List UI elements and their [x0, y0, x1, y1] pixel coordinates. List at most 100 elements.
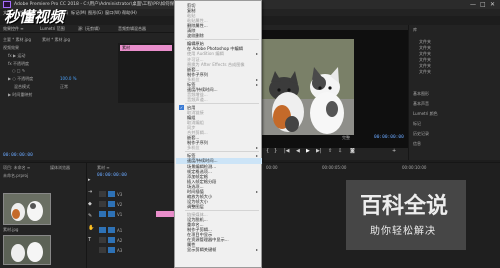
clip-bar-label: 素材 [122, 45, 130, 50]
panel-item-history[interactable]: 历史记录 [413, 131, 429, 137]
submenu-arrow-icon: ▸ [255, 247, 258, 253]
context-menu-item[interactable]: 显示剪辑关键帧 [187, 247, 216, 253]
watermark-title: 百科全说 [360, 194, 449, 219]
timeline-clip[interactable] [156, 211, 174, 217]
menu-separator [185, 209, 259, 211]
submenu-arrow-icon: ▸ [255, 51, 258, 57]
track-label-v1: V1 [117, 212, 123, 217]
play-icon[interactable]: ▶ [306, 148, 310, 154]
export-frame-icon[interactable]: ◙ [350, 148, 355, 154]
program-timecode[interactable]: 00:00:00:00 [374, 135, 404, 140]
maximize-button[interactable]: □ [480, 1, 486, 8]
program-monitor-screen [262, 30, 408, 148]
track-label-a1: A1 [117, 228, 123, 233]
pen-tool-icon[interactable]: ✎ [88, 213, 92, 219]
track-target-a1[interactable] [99, 227, 106, 233]
fit-dropdown[interactable]: 完整 [342, 135, 350, 141]
minimize-button[interactable]: — [470, 1, 476, 8]
track-label-v2: V2 [117, 202, 123, 207]
right-panel: 库 文件夹 文件夹 文件夹 文件夹 文件夹 文件夹 基本图形 基本声音 Lume… [408, 25, 500, 160]
track-target[interactable] [99, 247, 106, 253]
menu-graphics[interactable]: 图形(G) [88, 10, 103, 16]
track-select-icon[interactable]: ⇥ [88, 189, 92, 195]
track-source-a2[interactable] [108, 237, 115, 243]
extract-icon[interactable]: ⇩ [338, 148, 342, 154]
mark-in-icon[interactable]: { [266, 148, 269, 154]
effect-row-motion[interactable]: fx ▶ 运动 [8, 53, 25, 59]
menu-window[interactable]: 窗口(W) [105, 10, 121, 16]
effect-controls-panel: 效果控件 ≡ Lumetri 范围 源: (无剪辑) 音频剪辑混合器 主要 * … [0, 25, 174, 160]
tools-panel: ▸ ⇥ ◆ ✎ ✋ T [86, 162, 94, 268]
opacity-param: ▶ ○ 不透明度 [8, 76, 34, 81]
blend-mode-label: 混合模式 [14, 84, 30, 89]
media-browser-tab[interactable]: 媒体浏览器 [50, 165, 70, 171]
panel-item-essential-sound[interactable]: 基本声音 [413, 101, 429, 107]
mask-tools[interactable]: ○ □ ✎ [12, 68, 25, 73]
ruler-label: 00:00 [266, 165, 278, 170]
submenu-arrow-icon: ▸ [255, 81, 258, 87]
project-sequence-thumbnail[interactable] [3, 235, 51, 265]
selection-tool-icon[interactable]: ▸ [88, 177, 91, 183]
thumbnail-image [11, 201, 43, 221]
track-label-a2: A2 [117, 238, 123, 243]
track-target[interactable] [99, 201, 106, 207]
cats-photo [262, 39, 354, 135]
ruler-label: 00:00:10:00 [402, 165, 427, 170]
tab-effect-controls[interactable]: 效果控件 ≡ [3, 26, 24, 32]
miaodong-logo: 秒懂视频 [4, 8, 65, 26]
effect-timecode[interactable]: 00:00:00:00 [3, 153, 33, 158]
submenu-arrow-icon: ▸ [255, 188, 258, 194]
folder-item[interactable]: 文件夹 [419, 69, 431, 75]
project-thumb-label: 素材.jpg [3, 227, 19, 232]
track-label-v3: V3 [117, 192, 123, 197]
timeline-tab[interactable]: 素材 ≡ [97, 165, 110, 171]
track-target[interactable] [99, 237, 106, 243]
watermark-box: 百科全说 助你轻松解决 [346, 180, 466, 250]
panel-item-markers[interactable]: 标记 [413, 121, 421, 127]
effect-row-time-remap[interactable]: ▶ 时间重映射 [8, 92, 32, 98]
effect-row-opacity[interactable]: fx 不透明度 [8, 61, 29, 67]
ruler-label: 00:00:05:00 [322, 165, 347, 170]
clip-bar[interactable]: 素材 [120, 45, 172, 51]
track-source-v1[interactable] [108, 211, 115, 217]
source-label: 主要 * 素材.jpg [3, 37, 32, 42]
button-editor-icon[interactable]: + [392, 148, 396, 154]
track-target[interactable] [99, 191, 106, 197]
razor-tool-icon[interactable]: ◆ [88, 201, 92, 207]
tab-audio-mixer[interactable]: 音频剪辑混合器 [118, 26, 146, 32]
timeline-timecode[interactable]: 00:00:00:00 [97, 173, 127, 178]
sequence-label[interactable]: 素材 * 素材.jpg [42, 37, 70, 43]
track-source-a3[interactable] [108, 247, 115, 253]
panel-item-info[interactable]: 信息 [413, 141, 421, 147]
mark-out-icon[interactable]: } [274, 148, 277, 154]
project-panel-title: 项目: 未命名 ≡ [3, 165, 31, 170]
close-button[interactable]: ✕ [490, 1, 495, 8]
menu-marker[interactable]: 标记(M) [71, 10, 86, 16]
track-target-v1[interactable] [99, 211, 106, 217]
panel-item-lumetri-color[interactable]: Lumetri 颜色 [413, 111, 438, 117]
tab-source[interactable]: 源: (无剪辑) [78, 26, 100, 32]
lift-icon[interactable]: ⇧ [328, 148, 332, 154]
watermark-subtitle: 助你轻松解决 [370, 226, 436, 237]
track-source-v3[interactable] [108, 191, 115, 197]
context-menu: 剪切 复制 粘贴 粘贴属性... 删除属性... 清除 波纹删除 编辑原始在 Adobe Ph… [174, 0, 262, 268]
blend-mode-value[interactable]: 正常 [60, 84, 68, 90]
transport-controls: { } |◀ ◀ ▶ ▶| ⇧ ⇩ ◙ + [262, 148, 408, 160]
track-label-a3: A3 [117, 248, 123, 253]
panel-item-essential-graphics[interactable]: 基本图形 [413, 91, 429, 97]
opacity-value[interactable]: 100.0 % [60, 76, 77, 81]
track-source-a1[interactable] [108, 227, 115, 233]
go-to-in-icon[interactable]: |◀ [284, 148, 290, 154]
check-icon: ✓ [179, 105, 184, 111]
right-panel-title: 库 [413, 27, 417, 32]
effect-controls-tabs: 效果控件 ≡ Lumetri 范围 源: (无剪辑) 音频剪辑混合器 [0, 25, 174, 33]
track-source-v2[interactable] [108, 201, 115, 207]
step-forward-icon[interactable]: ▶| [316, 148, 322, 154]
tab-lumetri-scopes[interactable]: Lumetri 范围 [40, 26, 65, 32]
sequence-thumbnail-image [11, 242, 43, 262]
menu-help[interactable]: 帮助(H) [122, 10, 137, 16]
project-thumbnail[interactable] [3, 193, 51, 225]
step-back-icon[interactable]: ◀ [296, 148, 300, 154]
type-tool-icon[interactable]: T [88, 237, 91, 243]
timeline-panel: 素材 ≡ 00:00:00:00 V3 V2 V1 A1 A2 A3 [94, 162, 174, 268]
